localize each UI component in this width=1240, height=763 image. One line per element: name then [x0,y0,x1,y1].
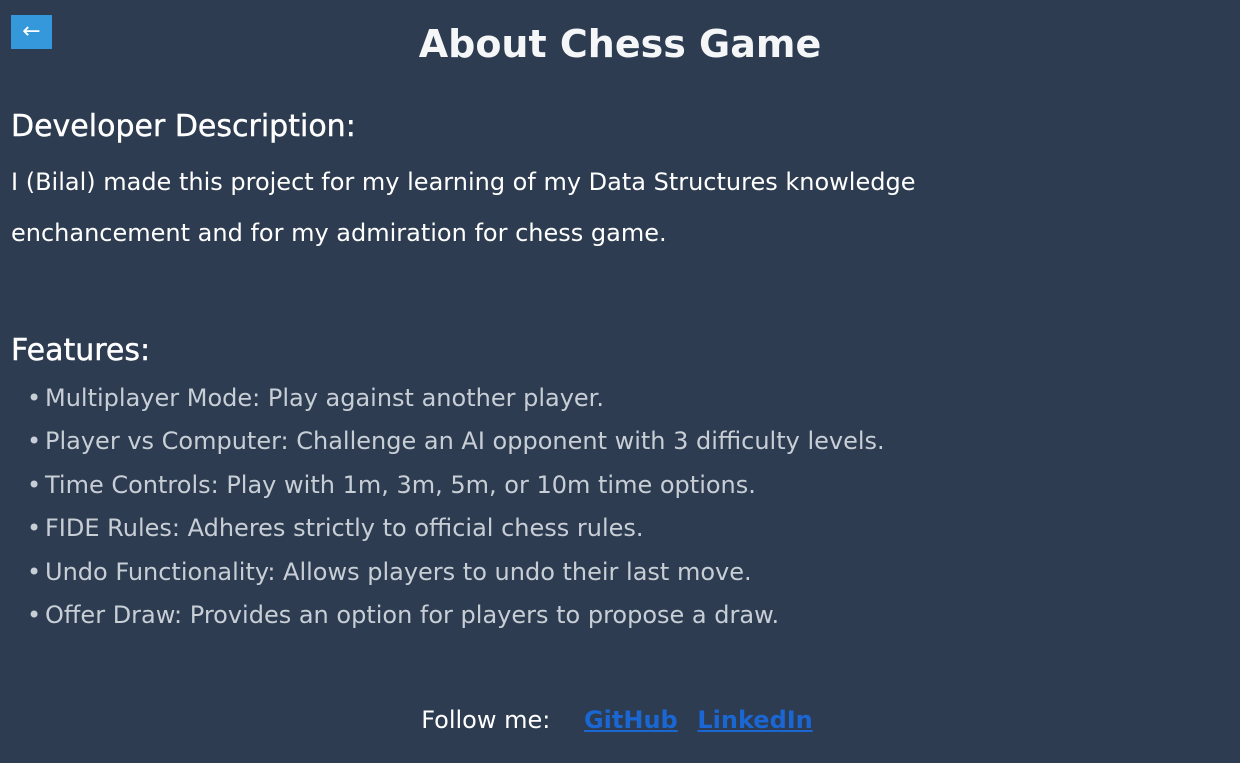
feature-text: Time Controls: Play with 1m, 3m, 5m, or … [45,470,756,499]
linkedin-link[interactable]: LinkedIn [697,706,812,734]
feature-item-offer-draw: • Offer Draw: Provides an option for play… [27,594,885,637]
footer: Follow me: GitHub LinkedIn [0,702,1240,738]
feature-text: Multiplayer Mode: Play against another p… [45,384,604,412]
bullet-icon: • [27,470,42,499]
features-heading: Features: [11,333,151,368]
features-list: • Multiplayer Mode: Play against another … [27,377,885,637]
feature-item-fide-rules: • FIDE Rules: Adheres strictly to officia… [27,507,885,550]
developer-description-heading: Developer Description: [11,109,356,144]
bullet-icon: • [27,514,42,543]
developer-description-text: I (Bilal) made this project for my learn… [11,168,916,247]
feature-text: Player vs Computer: Challenge an AI oppo… [45,427,885,456]
bullet-icon: • [27,384,42,412]
feature-item-player-vs-computer: • Player vs Computer: Challenge an AI opp… [27,420,885,463]
bullet-icon: • [27,601,42,630]
feature-text: Offer Draw: Provides an option for playe… [45,601,780,630]
feature-text: FIDE Rules: Adheres strictly to official… [45,514,644,543]
bullet-icon: • [27,427,42,456]
github-link[interactable]: GitHub [584,706,678,734]
bullet-icon: • [27,557,42,586]
feature-text: Undo Functionality: Allows players to un… [45,557,752,586]
feature-item-multiplayer: • Multiplayer Mode: Play against another … [27,377,885,420]
follow-me-label: Follow me: [421,706,551,734]
feature-item-time-controls: • Time Controls: Play with 1m, 3m, 5m, or… [27,464,885,507]
page-title: About Chess Game [418,22,822,66]
feature-item-undo: • Undo Functionality: Allows players to u… [27,551,885,594]
